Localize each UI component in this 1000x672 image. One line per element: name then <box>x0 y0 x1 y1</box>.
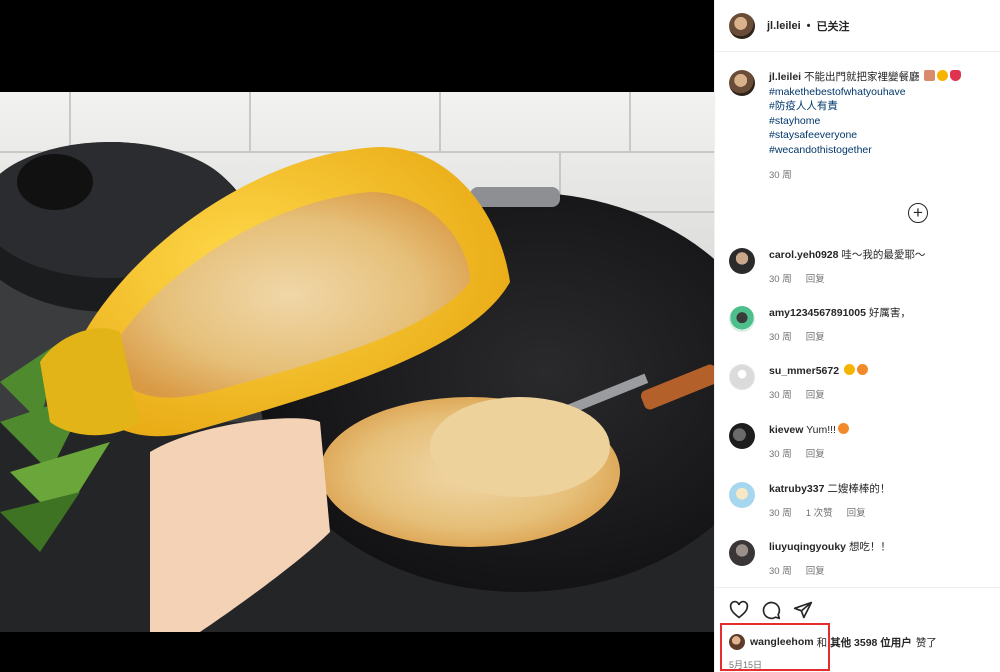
comment-icon[interactable] <box>761 600 781 620</box>
author-avatar[interactable] <box>729 70 755 96</box>
comment-username[interactable]: carol.yeh0928 <box>769 249 838 261</box>
post-actions: wangleehom 和 其他 3598 位用户 赞了 5月15日 <box>715 587 1000 672</box>
comment-username[interactable]: katruby337 <box>769 483 824 495</box>
comment-username[interactable]: liuyuqingyouky <box>769 541 846 553</box>
comment-row: carol.yeh0928 哇～我的最愛耶～ 30 周 回复 <box>729 248 991 287</box>
author-avatar[interactable] <box>729 12 755 39</box>
caption-body: jl.leilei 不能出門就把家裡變餐廳 #makethebestofwhat… <box>769 70 991 184</box>
comment-text: 二嫂棒棒的！ <box>827 483 891 495</box>
action-icons <box>729 600 813 620</box>
comment-text: 哇～我的最愛耶～ <box>841 249 926 261</box>
highlight-box <box>720 623 830 671</box>
comment-timestamp: 30 周 <box>769 565 792 577</box>
follow-status-button[interactable]: 已关注 <box>817 18 850 34</box>
heart-emoji-icon <box>950 70 962 81</box>
comment-text: Yum!!! <box>806 424 836 436</box>
comment-username[interactable]: kievew <box>769 424 803 436</box>
commenter-avatar[interactable] <box>729 540 755 566</box>
separator-dot: • <box>806 19 811 32</box>
commenter-avatar[interactable] <box>729 482 755 508</box>
comment-row: amy1234567891005 好厲害， 30 周 回复 <box>729 306 991 345</box>
comment-row: su_mmer5672 30 周 回复 <box>729 364 991 403</box>
comment-row: katruby337 二嫂棒棒的！ 30 周 1 次赞 回复 <box>729 482 991 521</box>
other-likers-count[interactable]: 其他 3598 位用户 <box>830 635 912 650</box>
commenter-avatar[interactable] <box>729 364 755 390</box>
comment-timestamp: 30 周 <box>769 507 792 519</box>
reply-button[interactable]: 回复 <box>847 507 866 522</box>
heart-eyes-emoji-icon <box>837 423 849 434</box>
comments-list[interactable]: jl.leilei 不能出門就把家裡變餐廳 #makethebestofwhat… <box>715 52 1000 587</box>
comment-timestamp: 30 周 <box>769 448 792 460</box>
comment-body: amy1234567891005 好厲害， 30 周 回复 <box>769 306 991 345</box>
reply-button[interactable]: 回复 <box>806 389 825 404</box>
comment-username[interactable]: amy1234567891005 <box>769 307 866 319</box>
comment-timestamp: 30 周 <box>769 389 792 401</box>
comment-username[interactable]: su_mmer5672 <box>769 365 839 377</box>
comment-timestamp: 30 周 <box>769 331 792 343</box>
comment-text: 想吃！！ <box>848 541 891 553</box>
post-media <box>0 0 714 672</box>
chef-emoji-icon <box>924 70 936 81</box>
comment-row: liuyuqingyouky 想吃！！ 30 周 回复 <box>729 540 991 579</box>
commenter-avatar[interactable] <box>729 423 755 449</box>
hashtag-link[interactable]: #staysafeeveryone <box>769 128 991 143</box>
comment-body: liuyuqingyouky 想吃！！ 30 周 回复 <box>769 540 991 579</box>
author-username[interactable]: jl.leilei <box>767 20 801 32</box>
caption-username[interactable]: jl.leilei <box>769 71 801 83</box>
hashtag-link[interactable]: #防疫人人有責 <box>769 99 991 114</box>
caption-row: jl.leilei 不能出門就把家裡變餐廳 #makethebestofwhat… <box>729 70 991 184</box>
likes-suffix: 赞了 <box>915 636 937 649</box>
fried-rice-pineapple-image <box>0 92 714 632</box>
hashtag-link[interactable]: #wecandothistogether <box>769 143 991 158</box>
reply-button[interactable]: 回复 <box>806 273 825 288</box>
comment-row: kievew Yum!!! 30 周 回复 <box>729 423 991 462</box>
face-emoji-icon <box>937 70 949 81</box>
reply-button[interactable]: 回复 <box>806 565 825 580</box>
commenter-avatar[interactable] <box>729 248 755 274</box>
hashtag-link[interactable]: #stayhome <box>769 114 991 129</box>
comment-text: 好厲害， <box>868 307 911 319</box>
commenter-avatar[interactable] <box>729 306 755 332</box>
comment-timestamp: 30 周 <box>769 273 792 285</box>
post-header: jl.leilei • 已关注 <box>715 0 1000 52</box>
reply-button[interactable]: 回复 <box>806 448 825 463</box>
surprised-emoji-icon <box>843 364 855 375</box>
heart-eyes-emoji-icon <box>856 364 868 375</box>
post-photo[interactable] <box>0 92 714 632</box>
caption-timestamp: 30 周 <box>769 170 792 181</box>
comment-body: su_mmer5672 30 周 回复 <box>769 364 991 403</box>
reply-button[interactable]: 回复 <box>806 331 825 346</box>
caption-text: 不能出門就把家裡變餐廳 <box>804 71 920 83</box>
heart-icon[interactable] <box>729 600 749 620</box>
comment-body: carol.yeh0928 哇～我的最愛耶～ 30 周 回复 <box>769 248 991 287</box>
share-icon[interactable] <box>793 600 813 620</box>
hashtag-link[interactable]: #makethebestofwhatyouhave <box>769 85 991 100</box>
load-more-comments-button[interactable]: + <box>908 203 928 223</box>
comment-body: katruby337 二嫂棒棒的！ 30 周 1 次赞 回复 <box>769 482 991 521</box>
comment-body: kievew Yum!!! 30 周 回复 <box>769 423 991 462</box>
comment-like-count[interactable]: 1 次赞 <box>806 507 833 522</box>
post-side-panel: jl.leilei • 已关注 jl.leilei 不能出門就把家裡變餐廳 #m… <box>714 0 1000 672</box>
